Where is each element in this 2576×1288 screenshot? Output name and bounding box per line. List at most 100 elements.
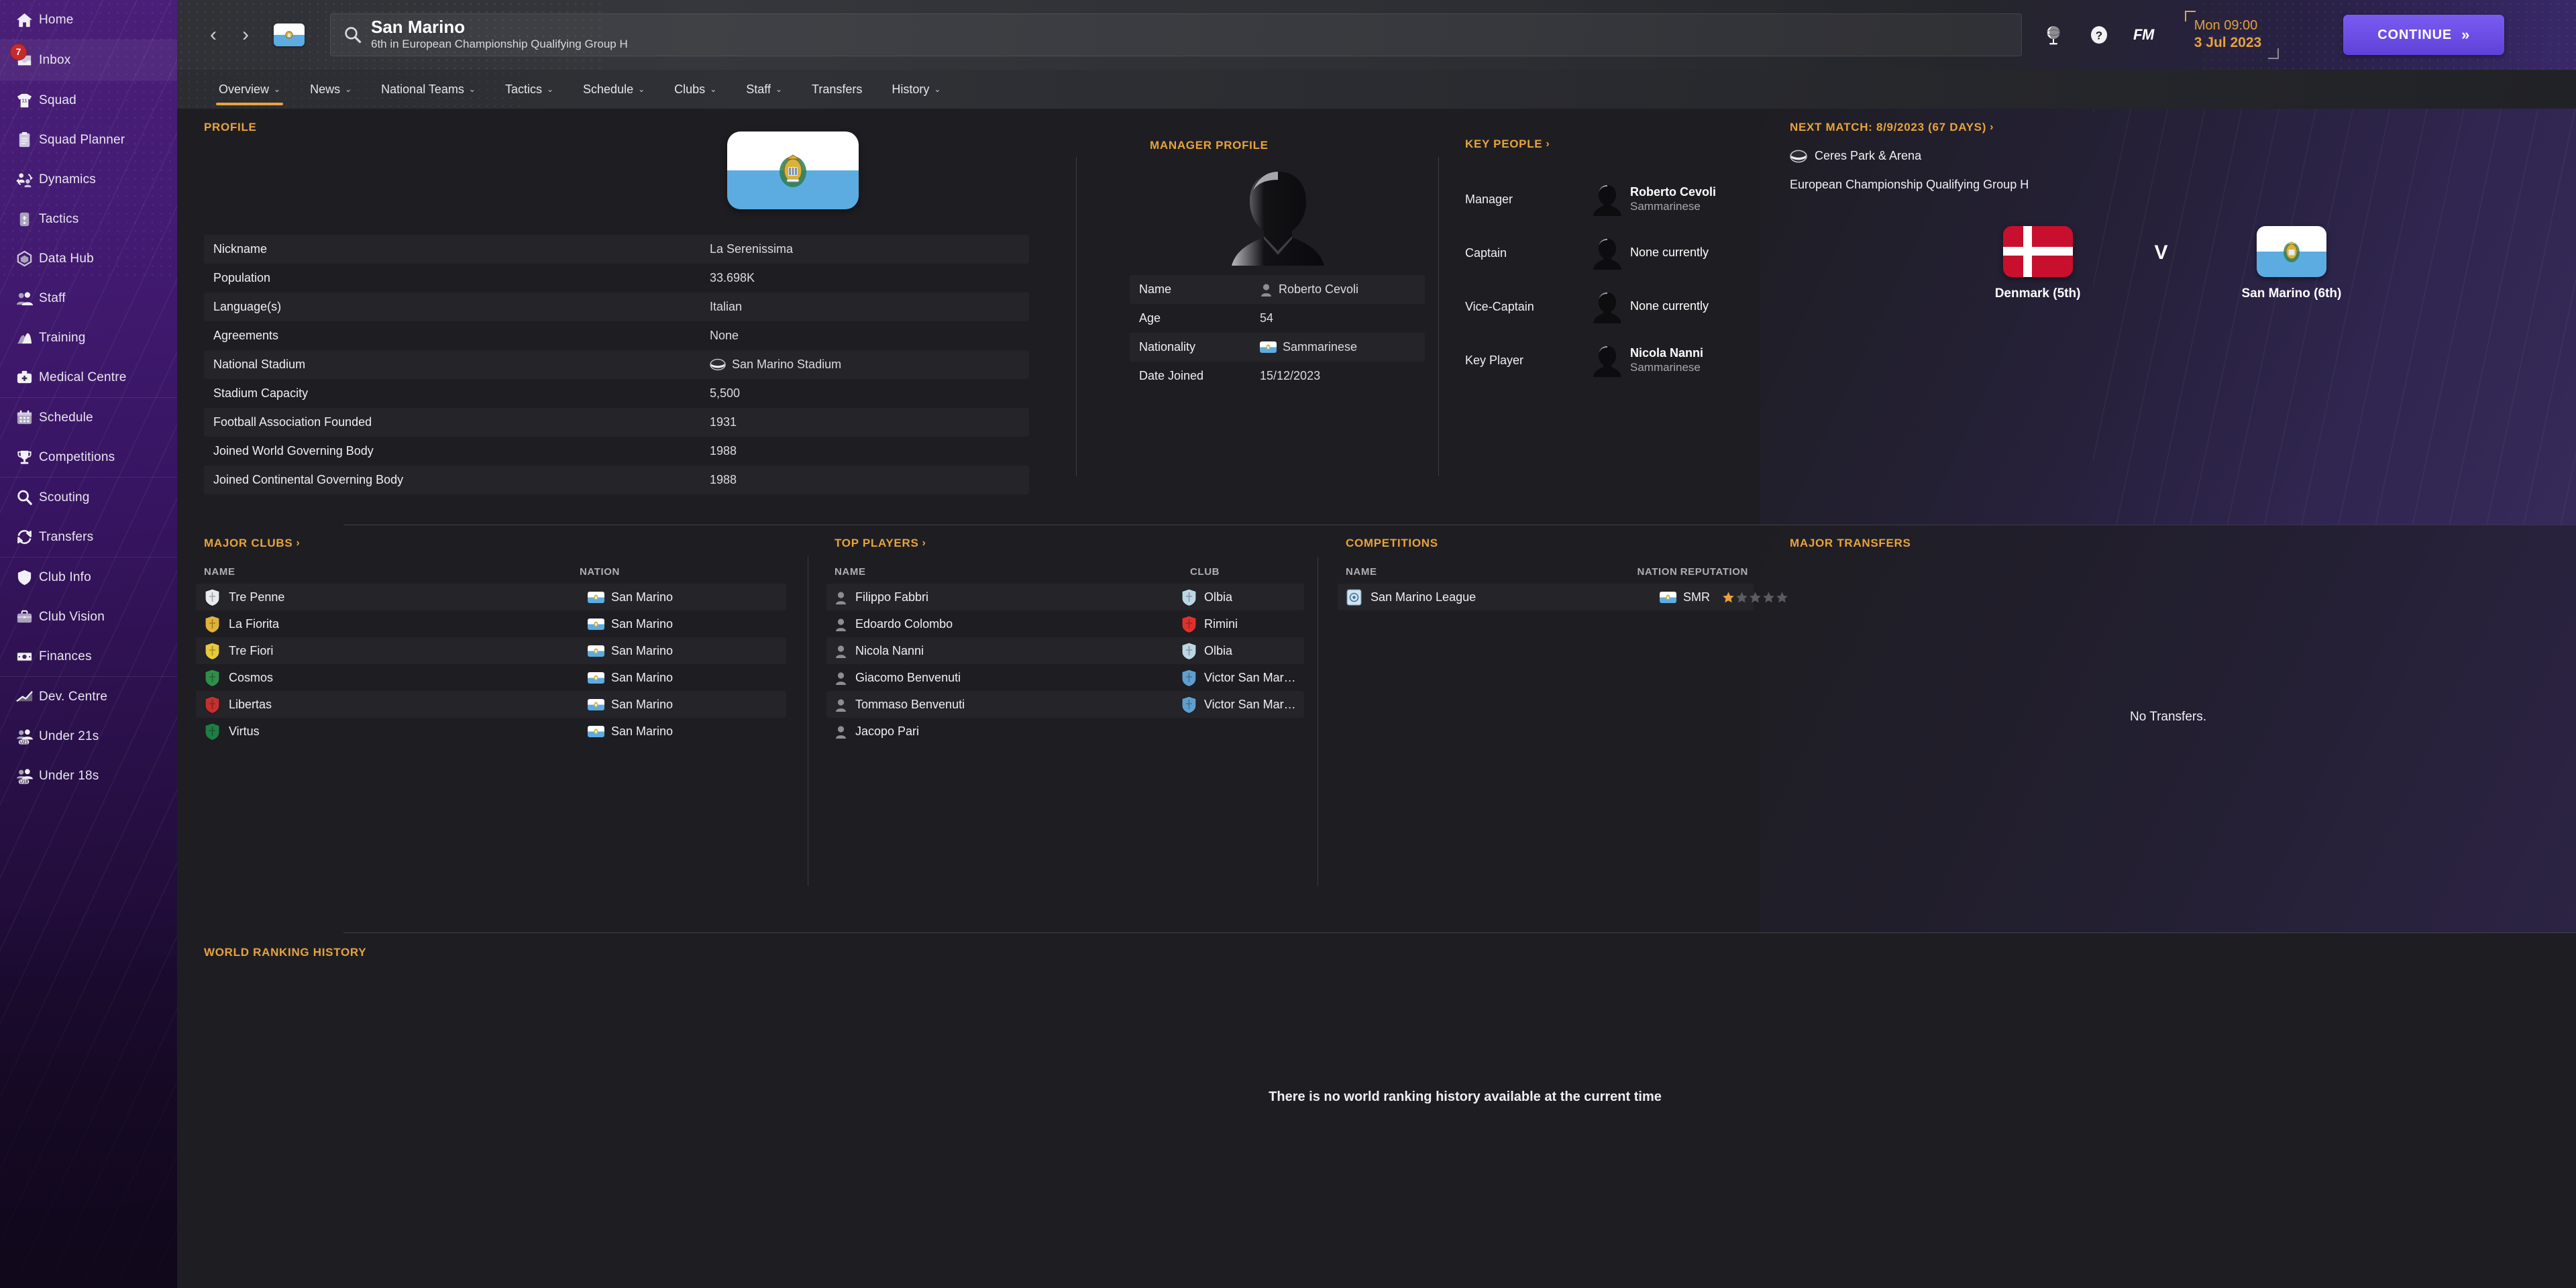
stadium-icon xyxy=(710,358,726,371)
key-person-row[interactable]: Manager Roberto Cevoli Sammarinese xyxy=(1465,172,1747,226)
club-badge-icon xyxy=(205,722,220,741)
sidebar-item-squad-planner[interactable]: Squad Planner xyxy=(0,120,177,160)
next-match-header-label: NEXT MATCH: 8/9/2023 (67 DAYS) xyxy=(1790,121,1987,133)
sidebar-item-staff[interactable]: Staff xyxy=(0,278,177,318)
tab-history[interactable]: History ⌄ xyxy=(877,70,955,109)
sidebar-item-label: Finances xyxy=(39,649,92,663)
svg-text:11: 11 xyxy=(21,97,28,103)
sidebar-item-tactics[interactable]: Tactics xyxy=(0,199,177,239)
nation-flag-icon xyxy=(1660,591,1676,603)
key-people-header[interactable]: KEY PEOPLE › xyxy=(1465,138,1550,151)
nation-flag-icon xyxy=(588,698,604,710)
table-row[interactable]: Tre Penne San Marino xyxy=(196,584,786,610)
forward-button[interactable]: › xyxy=(236,21,255,48)
key-person-row[interactable]: Captain None currently xyxy=(1465,226,1747,280)
sidebar-item-under-21s[interactable]: U21 Under 21s xyxy=(0,716,177,756)
profile-row-value: La Serenissima xyxy=(710,242,794,256)
table-row[interactable]: Cosmos San Marino xyxy=(196,664,786,691)
sidebar-group: 11 Squad Squad Planner Dynamics Tactics Data … xyxy=(0,80,177,398)
back-button[interactable]: ‹ xyxy=(204,21,223,48)
sidebar-item-schedule[interactable]: Schedule xyxy=(0,398,177,437)
sidebar-item-under-18s[interactable]: U18 Under 18s xyxy=(0,756,177,796)
profile-row-value: 1988 xyxy=(710,444,737,458)
table-row[interactable]: Libertas San Marino xyxy=(196,691,786,718)
top-players-header[interactable]: TOP PLAYERS › xyxy=(835,537,926,550)
person-icon xyxy=(1261,284,1271,297)
sidebar-item-data-hub[interactable]: Data Hub xyxy=(0,239,177,278)
sidebar-item-dev-centre[interactable]: Dev. Centre xyxy=(0,677,177,716)
globe-icon[interactable] xyxy=(2042,23,2065,46)
reputation-star-icon xyxy=(1736,591,1748,602)
sidebar-item-label: Medical Centre xyxy=(39,370,127,384)
sidebar-item-club-info[interactable]: Club Info xyxy=(0,557,177,597)
sidebar-item-home[interactable]: Home xyxy=(0,0,177,40)
sidebar-item-medical-centre[interactable]: Medical Centre xyxy=(0,358,177,397)
table-row[interactable]: Edoardo Colombo Rimini xyxy=(826,610,1304,637)
table-row[interactable]: Filippo Fabbri Olbia xyxy=(826,584,1304,610)
help-icon[interactable]: ? xyxy=(2088,23,2110,46)
world-ranking-history-header: WORLD RANKING HISTORY xyxy=(204,946,367,959)
profile-row-key: Nickname xyxy=(213,242,268,256)
table-row[interactable]: Jacopo Pari xyxy=(826,718,1304,745)
sidebar-item-dynamics[interactable]: Dynamics xyxy=(0,160,177,199)
sidebar-item-competitions[interactable]: Competitions xyxy=(0,437,177,477)
tab-tactics[interactable]: Tactics ⌄ xyxy=(490,70,568,109)
sidebar-item-scouting[interactable]: Scouting xyxy=(0,478,177,517)
tab-overview[interactable]: Overview ⌄ xyxy=(204,70,295,109)
table-row[interactable]: Tommaso Benvenuti Victor San Mari... xyxy=(826,691,1304,718)
venue-name: Ceres Park & Arena xyxy=(1815,149,1922,162)
major-clubs-header[interactable]: MAJOR CLUBS › xyxy=(204,537,300,550)
continue-label: CONTINUE xyxy=(2377,27,2453,42)
tab-clubs[interactable]: Clubs ⌄ xyxy=(659,70,731,109)
upper-region: PROFILE Nickname La Serenissima Populati… xyxy=(177,109,2576,525)
tab-label: National Teams xyxy=(381,82,464,96)
key-person-row[interactable]: Key Player Nicola Nanni Sammarinese xyxy=(1465,333,1747,387)
table-row[interactable]: San Marino League SMR xyxy=(1338,584,1788,610)
major-transfers-panel: MAJOR TRANSFERS No Transfers. xyxy=(1760,525,2576,932)
tab-label: News xyxy=(310,82,341,96)
sidebar-item-transfers[interactable]: Transfers xyxy=(0,517,177,557)
sidebar-item-label: Club Vision xyxy=(39,609,105,624)
sidebar-item-club-vision[interactable]: Club Vision xyxy=(0,597,177,637)
sidebar-item-training[interactable]: Training xyxy=(0,318,177,358)
key-person-row[interactable]: Vice-Captain None currently xyxy=(1465,280,1747,333)
fm-logo[interactable]: FM xyxy=(2133,26,2154,44)
home-team[interactable]: Denmark (5th) xyxy=(1995,226,2080,301)
away-team[interactable]: San Marino (6th) xyxy=(2241,226,2341,301)
magnifier-icon xyxy=(9,484,39,511)
tab-schedule[interactable]: Schedule ⌄ xyxy=(568,70,659,109)
competitions-header: COMPETITIONS xyxy=(1346,537,1438,549)
tab-transfers[interactable]: Transfers xyxy=(797,70,877,109)
away-team-name: San Marino (6th) xyxy=(2241,286,2342,301)
clipboard-icon xyxy=(9,127,39,154)
current-team-flag[interactable] xyxy=(274,23,305,46)
nation-flag-icon xyxy=(588,725,604,737)
tab-staff[interactable]: Staff ⌄ xyxy=(731,70,797,109)
next-match-header[interactable]: NEXT MATCH: 8/9/2023 (67 DAYS) › xyxy=(1790,121,1994,134)
sidebar-item-label: Staff xyxy=(39,290,66,305)
tab-news[interactable]: News ⌄ xyxy=(295,70,366,109)
sidebar-item-inbox[interactable]: 7 Inbox xyxy=(0,40,177,80)
nation-flag-large xyxy=(727,131,859,209)
tab-national-teams[interactable]: National Teams ⌄ xyxy=(366,70,490,109)
svg-text:U21: U21 xyxy=(19,740,28,745)
table-row[interactable]: Nicola Nanni Olbia xyxy=(826,637,1304,664)
sidebar-item-finances[interactable]: Finances xyxy=(0,637,177,676)
table-row[interactable]: Giacomo Benvenuti Victor San Mari... xyxy=(826,664,1304,691)
continue-button[interactable]: CONTINUE » xyxy=(2343,15,2505,55)
search-bar[interactable]: San Marino 6th in European Championship … xyxy=(330,13,2022,56)
key-people-header-label: KEY PEOPLE xyxy=(1465,138,1543,150)
key-person-names: None currently xyxy=(1630,246,1709,260)
key-person-avatar xyxy=(1593,290,1622,323)
tactics-icon xyxy=(9,206,39,233)
club-badge-icon xyxy=(1181,614,1197,633)
table-row[interactable]: Virtus San Marino xyxy=(196,718,786,745)
tab-label: Staff xyxy=(746,82,771,96)
sidebar-item-squad[interactable]: 11 Squad xyxy=(0,80,177,120)
column-club: CLUB xyxy=(1190,566,1220,578)
manager-row-key: Date Joined xyxy=(1139,369,1204,382)
table-row[interactable]: La Fiorita San Marino xyxy=(196,610,786,637)
manager-row: Nationality Sammarinese xyxy=(1130,333,1425,362)
profile-row-key: Football Association Founded xyxy=(213,415,372,429)
table-row[interactable]: Tre Fiori San Marino xyxy=(196,637,786,664)
